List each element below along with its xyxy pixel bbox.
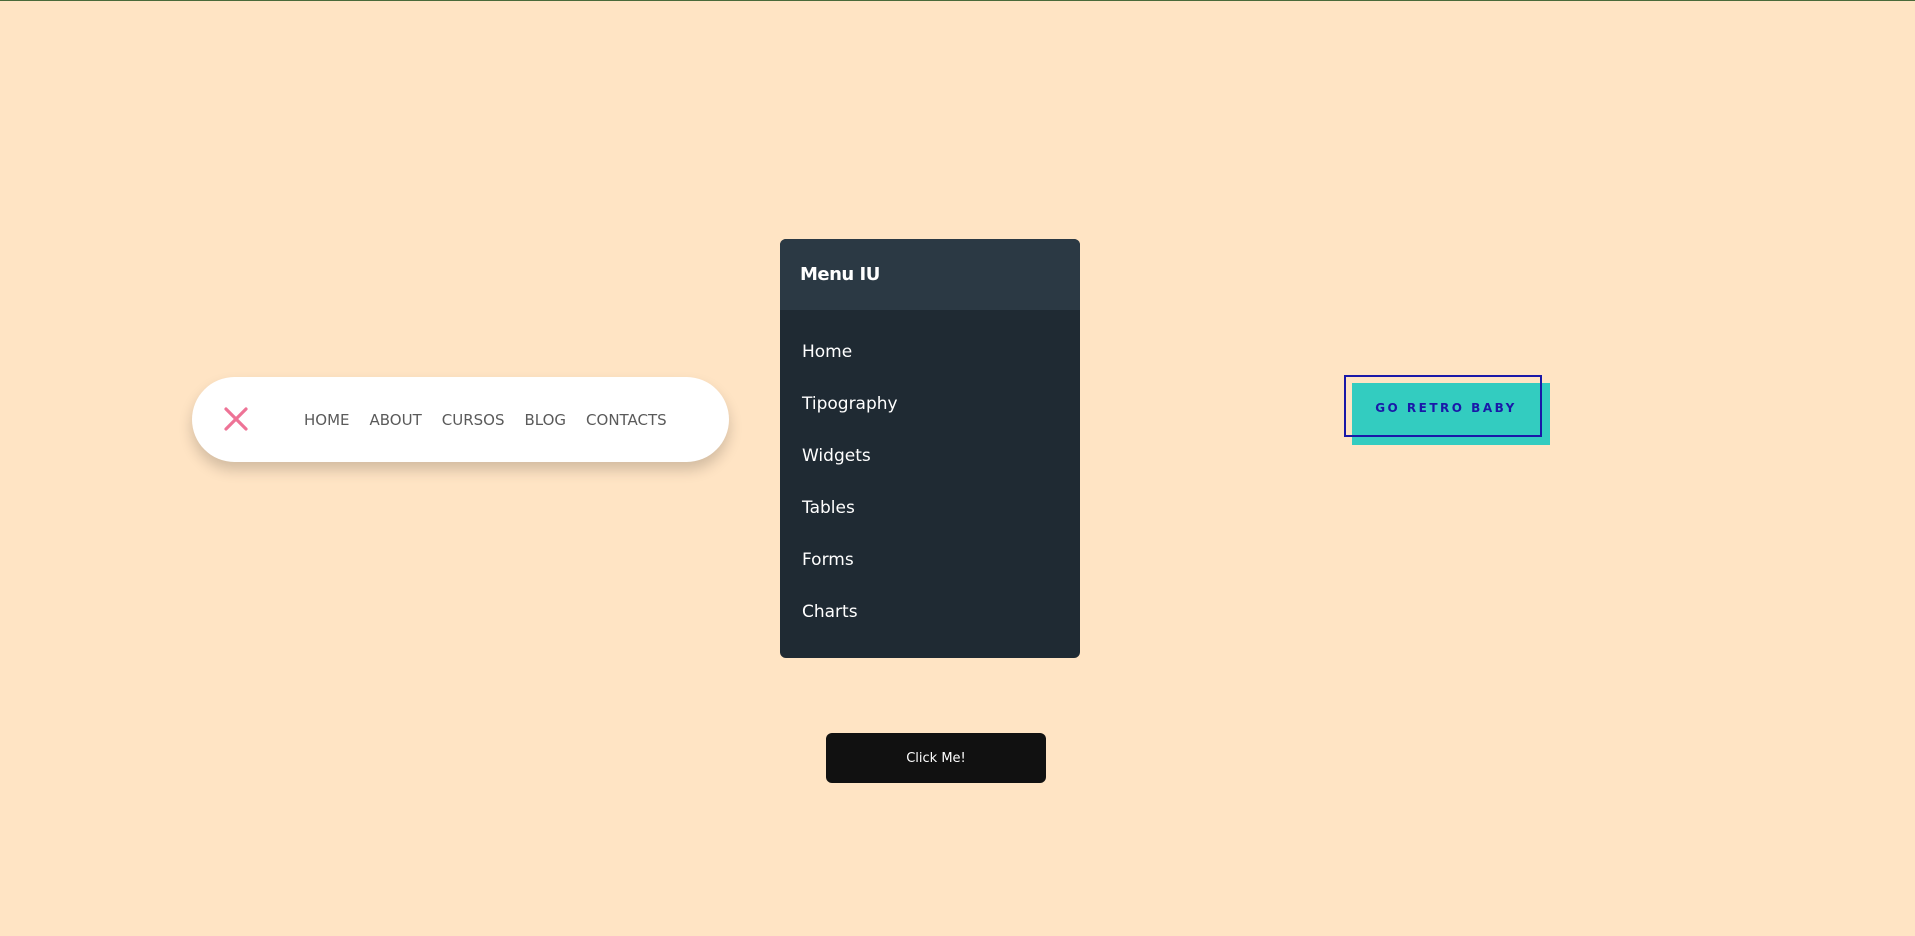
menu-item-tipography[interactable]: Tipography: [780, 378, 1080, 430]
menu-item-tables[interactable]: Tables: [780, 482, 1080, 534]
nav-link-home[interactable]: HOME: [304, 411, 350, 429]
menu-title: Menu IU: [800, 264, 880, 285]
menu-item-forms[interactable]: Forms: [780, 534, 1080, 586]
pill-navigation: HOME ABOUT CURSOS BLOG CONTACTS: [192, 377, 729, 462]
menu-panel: Menu IU Home Tipography Widgets Tables F…: [780, 239, 1080, 658]
close-icon[interactable]: [220, 403, 252, 435]
nav-link-cursos[interactable]: CURSOS: [442, 411, 505, 429]
retro-button-label: GO RETRO BABY: [1375, 401, 1517, 415]
retro-button[interactable]: GO RETRO BABY: [1344, 375, 1542, 437]
menu-list: Home Tipography Widgets Tables Forms Cha…: [780, 310, 1080, 638]
pill-nav-links: HOME ABOUT CURSOS BLOG CONTACTS: [304, 377, 667, 462]
retro-button-container: GO RETRO BABY: [1344, 375, 1550, 447]
menu-item-widgets[interactable]: Widgets: [780, 430, 1080, 482]
menu-item-charts[interactable]: Charts: [780, 586, 1080, 638]
nav-link-about[interactable]: ABOUT: [370, 411, 422, 429]
nav-link-contacts[interactable]: CONTACTS: [586, 411, 667, 429]
menu-item-home[interactable]: Home: [780, 326, 1080, 378]
menu-header: Menu IU: [780, 239, 1080, 310]
nav-link-blog[interactable]: BLOG: [525, 411, 567, 429]
click-me-button[interactable]: Click Me!: [826, 733, 1046, 783]
